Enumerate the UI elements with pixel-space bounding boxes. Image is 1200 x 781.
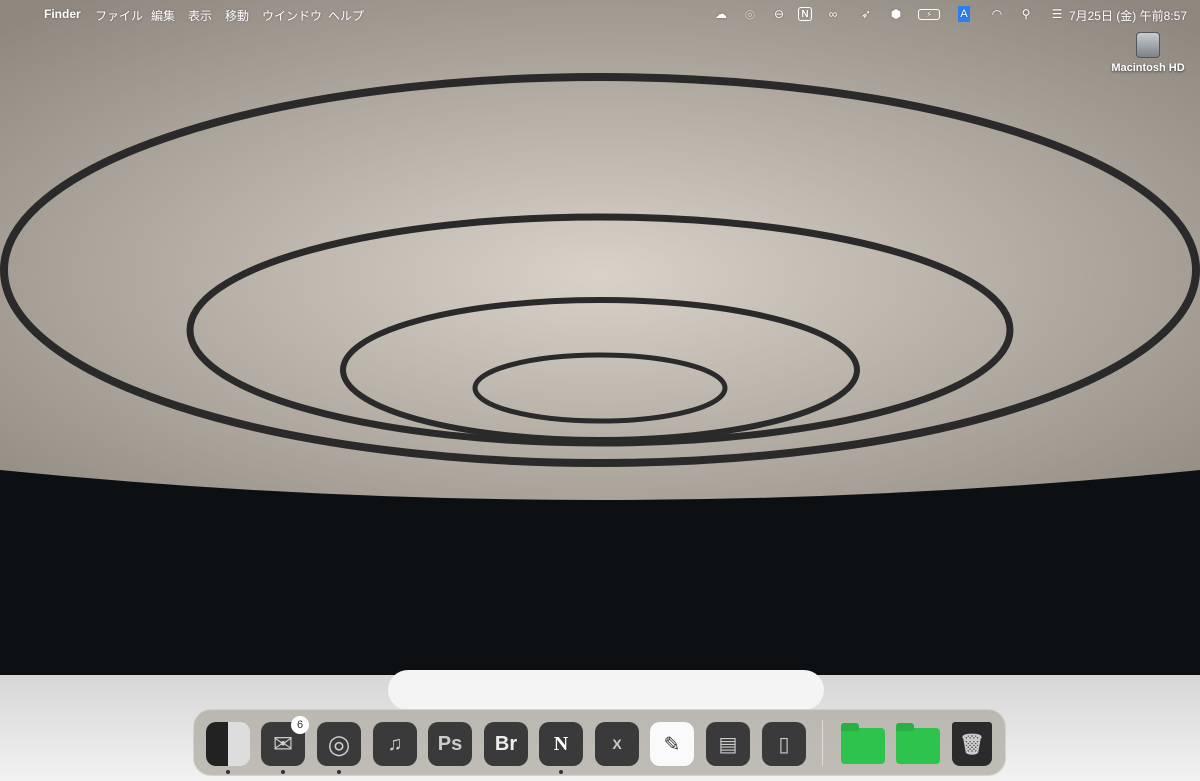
- dock-chrome[interactable]: ◎: [317, 722, 361, 766]
- menu-file[interactable]: ファイル: [95, 7, 143, 24]
- menu-clock[interactable]: 7月25日 (金) 午前8:57: [1069, 7, 1187, 24]
- dock-downloads-folder-icon[interactable]: [896, 723, 940, 764]
- search-icon[interactable]: ⚲: [1018, 6, 1034, 22]
- excel-icon: X: [612, 736, 622, 752]
- dock-folder-icon[interactable]: [841, 723, 885, 764]
- menu-edit[interactable]: 編集: [151, 7, 175, 24]
- cursor-icon[interactable]: ➶: [858, 6, 874, 22]
- dock: ✉ 6 ◎ ♫ Ps Br N X ✎ ▤ ▯ 🗑: [193, 709, 1006, 776]
- desktop-wallpaper: [0, 0, 1200, 781]
- remote-icon: ▯: [778, 733, 790, 756]
- input-method-icon[interactable]: A: [958, 6, 970, 22]
- toggle-icon[interactable]: ⊖: [771, 6, 787, 22]
- wifi-icon[interactable]: ◠: [989, 6, 1005, 22]
- control-center-icon[interactable]: ☰: [1049, 6, 1065, 22]
- menu-app-name[interactable]: Finder: [44, 7, 81, 21]
- macintosh-hd-desktop-icon[interactable]: Macintosh HD: [1108, 32, 1188, 74]
- running-indicator: [337, 770, 341, 774]
- mail-icon: ✉: [272, 730, 294, 758]
- dock-finder[interactable]: [206, 722, 250, 766]
- trash-icon: 🗑: [959, 733, 985, 756]
- dock-notion[interactable]: N: [539, 722, 583, 766]
- bridge-icon: Br: [494, 732, 518, 755]
- music-icon: ♫: [387, 732, 403, 755]
- dock-music[interactable]: ♫: [373, 722, 417, 766]
- running-indicator: [226, 770, 230, 774]
- notion-icon[interactable]: N: [798, 7, 812, 21]
- deepl-icon[interactable]: ⬢: [888, 6, 904, 22]
- menu-bar: Finder ファイル 編集 表示 移動 ウインドウ ヘルプ ☁ ◎ ⊖ N ∞…: [0, 0, 1200, 28]
- dock-mail[interactable]: ✉ 6: [261, 716, 309, 766]
- dock-divider: [822, 720, 823, 766]
- dock-trash[interactable]: 🗑: [952, 722, 992, 766]
- meta-icon[interactable]: ∞: [825, 6, 841, 22]
- preview-icon: ▤: [718, 733, 738, 756]
- menu-help[interactable]: ヘルプ: [328, 7, 364, 24]
- menu-go[interactable]: 移動: [225, 7, 249, 24]
- dock-bridge[interactable]: Br: [484, 722, 528, 766]
- dock-freeform[interactable]: ✎: [650, 722, 694, 766]
- drive-label: Macintosh HD: [1111, 62, 1185, 74]
- dock-remote[interactable]: ▯: [762, 722, 806, 766]
- running-indicator: [559, 770, 563, 774]
- battery-icon[interactable]: ⚡: [918, 9, 940, 20]
- freeform-icon: ✎: [663, 733, 681, 756]
- dock-photoshop[interactable]: Ps: [428, 722, 472, 766]
- menu-view[interactable]: 表示: [188, 7, 212, 24]
- menu-window[interactable]: ウインドウ: [262, 7, 322, 24]
- mail-badge: 6: [291, 716, 309, 734]
- photoshop-icon: Ps: [437, 732, 463, 755]
- adobe-cc-icon[interactable]: ◎: [742, 6, 758, 22]
- hard-drive-icon: [1136, 32, 1160, 58]
- notion-icon: N: [553, 732, 569, 755]
- running-indicator: [281, 770, 285, 774]
- dock-preview[interactable]: ▤: [706, 722, 750, 766]
- dock-excel[interactable]: X: [595, 722, 639, 766]
- chrome-icon: ◎: [327, 728, 351, 759]
- creative-cloud-sync-icon[interactable]: ☁: [713, 6, 729, 22]
